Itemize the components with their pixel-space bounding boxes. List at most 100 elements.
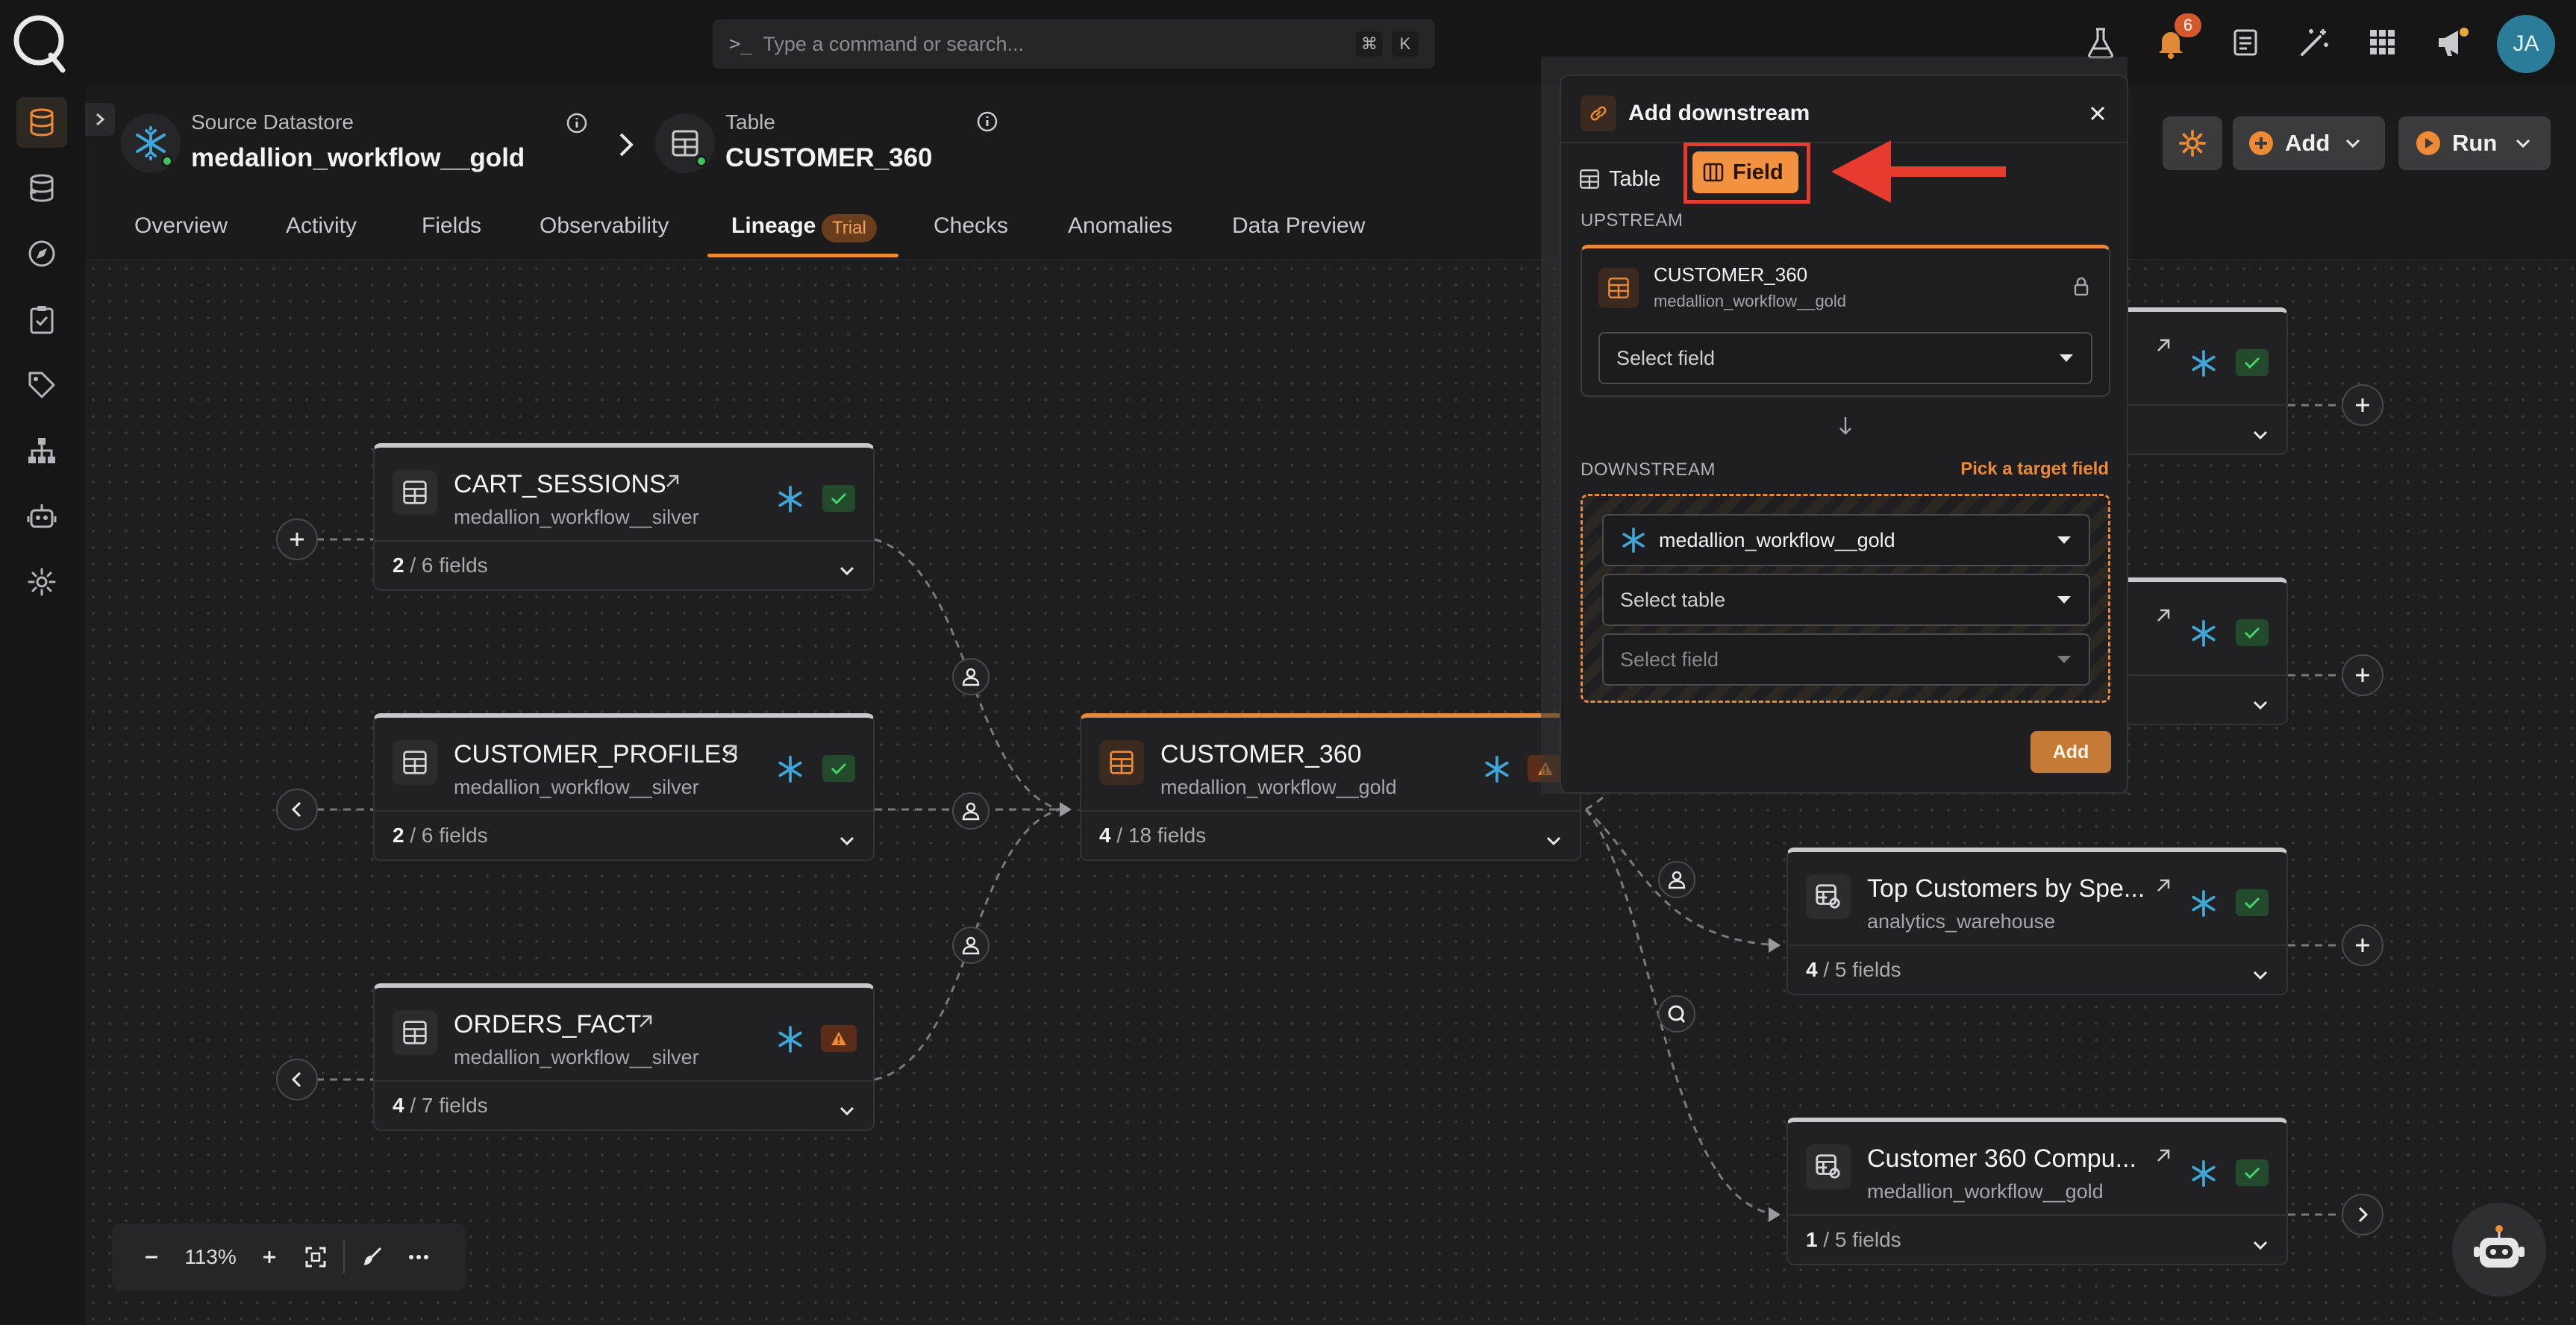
zoom-out-button[interactable] <box>128 1248 175 1266</box>
dialog-title: Add downstream <box>1628 101 1810 125</box>
open-external-icon[interactable] <box>2154 876 2173 895</box>
chevron-down-icon[interactable] <box>839 1106 855 1116</box>
open-external-icon[interactable] <box>636 1012 655 1031</box>
fit-view-button[interactable] <box>293 1246 339 1268</box>
snowflake-icon <box>2189 619 2218 648</box>
mode-tab-field[interactable]: Field <box>1692 151 1798 193</box>
more-options-button[interactable] <box>396 1254 442 1260</box>
downstream-field-select[interactable]: Select field <box>1602 633 2090 686</box>
check-passed-icon <box>2236 889 2269 916</box>
dialog-add-button[interactable]: Add <box>2031 731 2111 773</box>
fields-total: / 6 fields <box>410 554 488 577</box>
arrow-down-icon <box>1837 415 1854 437</box>
collapse-left-button[interactable] <box>276 789 318 830</box>
clean-layout-brush-button[interactable] <box>349 1246 396 1268</box>
selected-datastore: medallion_workflow__gold <box>1659 528 1895 551</box>
lineage-node-customer-profiles[interactable]: CUSTOMER_PROFILES medallion_workflow__si… <box>373 713 875 861</box>
node-name: Top Customers by Spe... <box>1867 874 2145 903</box>
edge-computed-icon[interactable] <box>1658 995 1695 1033</box>
upstream-card: CUSTOMER_360 medallion_workflow__gold Se… <box>1581 245 2110 397</box>
lineage-node-customer-360[interactable]: CUSTOMER_360 medallion_workflow__gold 4 … <box>1080 713 1581 861</box>
expand-downstream-plus-button[interactable] <box>2342 654 2383 696</box>
node-datastore: medallion_workflow__gold <box>1160 776 1397 798</box>
columns-icon <box>1703 163 1724 182</box>
check-passed-icon <box>2236 1159 2269 1186</box>
table-icon <box>393 740 437 785</box>
downstream-label: DOWNSTREAM <box>1581 460 1716 480</box>
upstream-datastore-name: medallion_workflow__gold <box>1654 292 1847 310</box>
edge-owner-icon[interactable] <box>952 658 990 695</box>
expand-right-button[interactable] <box>2342 1194 2383 1235</box>
computed-table-icon <box>1806 874 1851 919</box>
expand-upstream-plus-button[interactable] <box>276 519 318 560</box>
open-external-icon[interactable] <box>2154 1146 2173 1165</box>
expand-downstream-plus-button[interactable] <box>2342 924 2383 966</box>
mode-tab-table[interactable]: Table <box>1579 158 1660 200</box>
lineage-node-orders-fact[interactable]: ORDERS_FACT medallion_workflow__silver 4… <box>373 983 875 1131</box>
edge-owner-icon[interactable] <box>1658 861 1695 898</box>
edge-owner-icon[interactable] <box>952 927 990 964</box>
lineage-node-top-customers[interactable]: Top Customers by Spe... analytics_wareho… <box>1786 848 2288 995</box>
downstream-hint: Pick a target field <box>1960 459 2109 479</box>
fields-total: / 5 fields <box>1823 1228 1901 1251</box>
caret-down-icon <box>2060 354 2073 362</box>
open-external-icon[interactable] <box>2154 606 2173 625</box>
expand-downstream-plus-button[interactable] <box>2342 384 2383 426</box>
edge-owner-icon[interactable] <box>952 792 990 830</box>
select-placeholder: Select table <box>1620 588 1726 611</box>
node-name: ORDERS_FACT <box>454 1010 642 1039</box>
snowflake-icon <box>1622 527 1645 553</box>
node-datastore: medallion_workflow__silver <box>454 776 699 798</box>
chevron-down-icon[interactable] <box>839 566 855 576</box>
close-icon[interactable] <box>2088 104 2107 123</box>
downstream-target-card: medallion_workflow__gold Select table Se… <box>1581 494 2110 703</box>
caret-down-icon <box>2057 536 2071 544</box>
fields-count: 4 <box>1806 958 1818 981</box>
caret-down-icon <box>2057 596 2071 604</box>
mode-table-label: Table <box>1609 166 1661 191</box>
check-passed-icon <box>2236 619 2269 646</box>
table-icon <box>1598 268 1639 308</box>
chevron-down-icon[interactable] <box>2252 1240 2269 1250</box>
snowflake-icon <box>1483 755 1511 783</box>
lineage-node-customer-360-compute[interactable]: Customer 360 Compu... medallion_workflow… <box>1786 1118 2288 1265</box>
snowflake-icon <box>776 1025 804 1053</box>
caret-down-icon <box>2057 656 2071 663</box>
downstream-datastore-select[interactable]: medallion_workflow__gold <box>1602 514 2090 566</box>
lock-icon <box>2073 277 2089 296</box>
chevron-down-icon[interactable] <box>2252 970 2269 980</box>
fields-total: / 5 fields <box>1823 958 1901 981</box>
assistant-bot-button[interactable] <box>2452 1203 2546 1297</box>
fields-count: 2 <box>393 554 404 577</box>
chevron-down-icon[interactable] <box>1545 836 1562 846</box>
fields-count: 1 <box>1806 1228 1818 1251</box>
node-datastore: medallion_workflow__silver <box>454 1046 699 1068</box>
node-name: Customer 360 Compu... <box>1867 1144 2136 1173</box>
lineage-node-cart-sessions[interactable]: CART_SESSIONS medallion_workflow__silver… <box>373 443 875 591</box>
fields-count: 2 <box>393 824 404 847</box>
zoom-toolbar: 113% <box>112 1224 466 1291</box>
fields-total: / 7 fields <box>410 1094 488 1117</box>
chevron-down-icon[interactable] <box>2252 700 2269 710</box>
table-icon <box>1099 740 1144 785</box>
chevron-down-icon[interactable] <box>839 836 855 846</box>
table-icon <box>393 1010 437 1055</box>
fields-count: 4 <box>1099 824 1111 847</box>
snowflake-icon <box>776 485 804 513</box>
snowflake-icon <box>2189 1159 2218 1188</box>
open-external-icon[interactable] <box>721 742 740 761</box>
table-icon <box>1580 169 1599 189</box>
fields-count: 4 <box>393 1094 404 1117</box>
select-placeholder: Select field <box>1616 346 1716 369</box>
zoom-in-button[interactable] <box>246 1248 293 1266</box>
fields-total: / 18 fields <box>1116 824 1207 847</box>
open-external-icon[interactable] <box>2154 336 2173 355</box>
chevron-down-icon[interactable] <box>2252 430 2269 440</box>
mode-field-label: Field <box>1733 160 1783 184</box>
downstream-table-select[interactable]: Select table <box>1602 574 2090 626</box>
open-external-icon[interactable] <box>663 472 682 491</box>
collapse-left-button[interactable] <box>276 1059 318 1100</box>
snowflake-icon <box>2189 349 2218 378</box>
node-datastore: analytics_warehouse <box>1867 910 2056 933</box>
upstream-field-select[interactable]: Select field <box>1598 332 2092 384</box>
